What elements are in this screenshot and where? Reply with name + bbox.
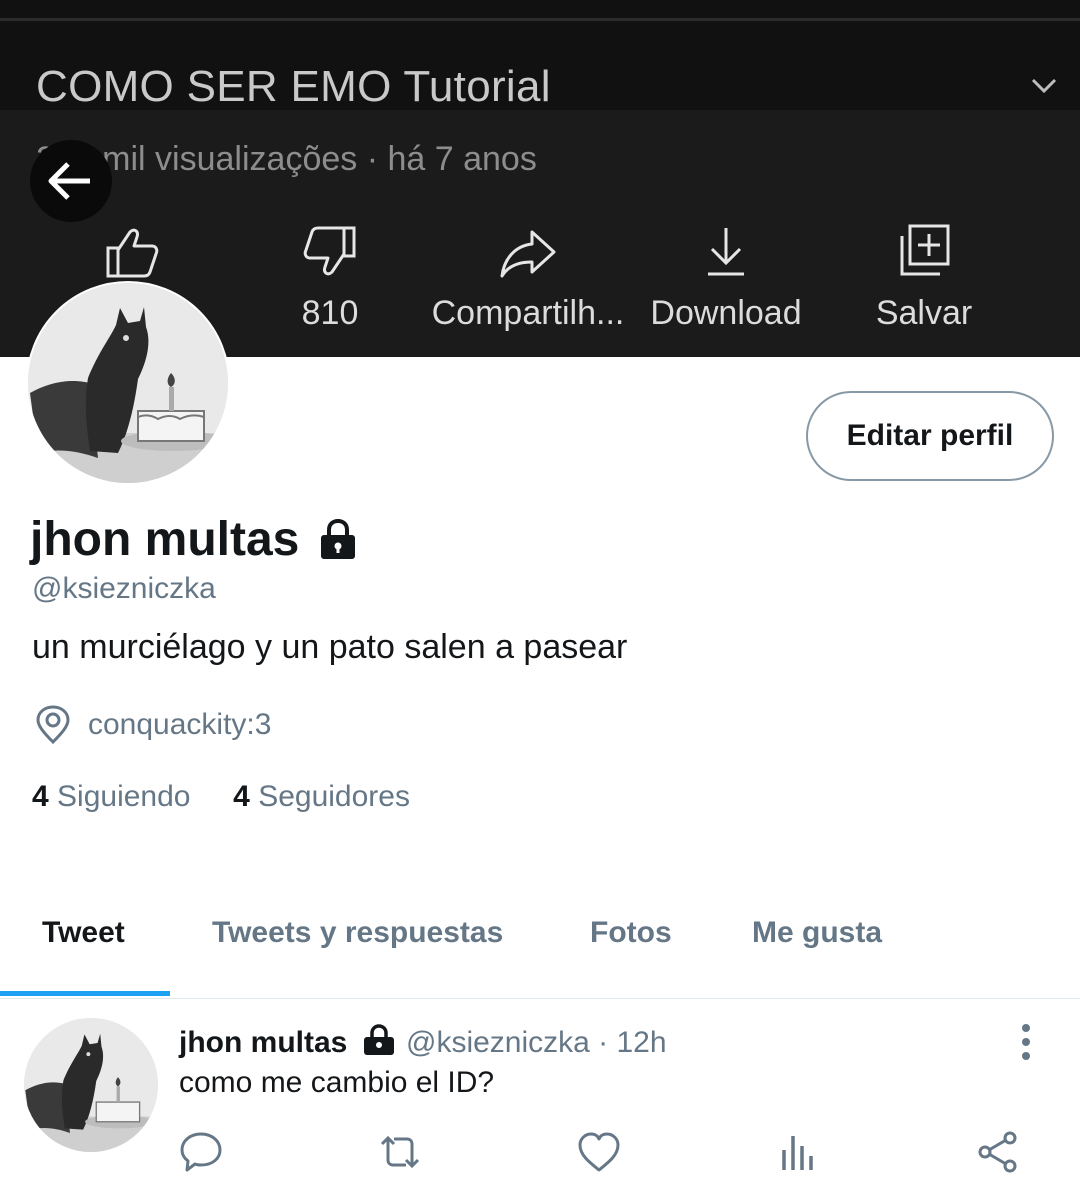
edit-profile-button[interactable]: Editar perfil [806, 391, 1054, 481]
tab-photos[interactable]: Fotos [590, 916, 672, 950]
video-title: COMO SER EMO Tutorial [36, 62, 551, 111]
profile-avatar[interactable] [26, 281, 230, 485]
chevron-down-icon [1031, 78, 1057, 94]
arrow-left-icon [48, 162, 90, 200]
profile-location: conquackity:3 [88, 708, 272, 741]
profile-name: jhon multas [30, 513, 300, 566]
tabs-divider [0, 998, 1080, 999]
video-download-label: Download [650, 294, 802, 332]
save-icon [900, 224, 950, 276]
video-save-action: Salvar [824, 218, 1024, 348]
thumbs-down-icon [303, 226, 356, 276]
video-dislike-count: 810 [301, 294, 359, 332]
video-share-label: Compartilh... [431, 294, 625, 332]
followers-label: Seguidores [258, 780, 410, 813]
share-icon [500, 230, 556, 278]
following-label: Siguiendo [57, 780, 191, 813]
more-options-icon[interactable] [1010, 1022, 1042, 1062]
analytics-icon[interactable] [776, 1130, 820, 1174]
retweet-icon[interactable] [378, 1130, 422, 1174]
download-icon [708, 228, 744, 276]
video-save-label: Salvar [875, 294, 973, 332]
video-share-action: Compartilh... [428, 218, 628, 348]
tweet-meta: @ksiezniczka · 12h [406, 1026, 667, 1059]
profile-bio: un murciélago y un pato salen a pasear [32, 628, 628, 666]
thumbs-up-icon [106, 228, 159, 278]
follow-stats: 4 Siguiendo 4 Seguidores [32, 780, 410, 814]
reply-icon[interactable] [179, 1130, 223, 1174]
lock-icon [364, 1024, 394, 1055]
followers-link[interactable]: 4 Seguidores [233, 780, 410, 813]
profile-handle: @ksiezniczka [32, 572, 216, 605]
like-icon[interactable] [577, 1130, 621, 1174]
following-count: 4 [32, 780, 49, 813]
share-icon[interactable] [976, 1130, 1020, 1174]
bat-with-cake-image [28, 283, 228, 483]
following-link[interactable]: 4 Siguiendo [32, 780, 190, 813]
tab-tweets-and-replies[interactable]: Tweets y respuestas [212, 916, 503, 950]
lock-icon [321, 518, 355, 559]
tab-likes[interactable]: Me gusta [752, 916, 882, 950]
banner-divider [0, 18, 1080, 21]
tweet-text: como me cambio el ID? [179, 1066, 495, 1099]
tweet-actions [0, 1130, 1080, 1180]
active-tab-indicator [0, 991, 170, 996]
tab-tweets[interactable]: Tweet [42, 916, 125, 950]
video-download-action: Download [626, 218, 826, 348]
profile-tabs: Tweet Tweets y respuestas Fotos Me gusta [0, 896, 1080, 998]
followers-count: 4 [233, 780, 250, 813]
location-pin-icon [36, 705, 70, 745]
back-button[interactable] [30, 140, 112, 222]
video-dislike-action: 810 [230, 218, 430, 348]
tweet-author-name: jhon multas [179, 1026, 348, 1059]
